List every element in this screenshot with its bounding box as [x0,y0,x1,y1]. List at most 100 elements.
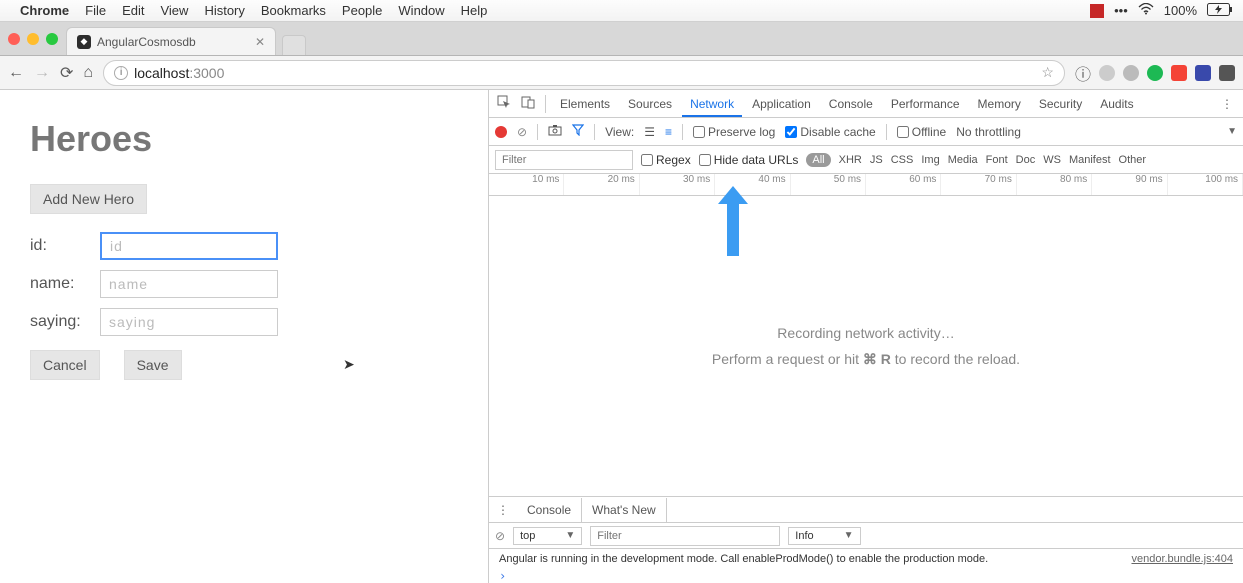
view-waterfall-icon[interactable]: ≡ [665,125,672,139]
menubar-dots-icon[interactable]: ••• [1114,3,1128,18]
filter-font[interactable]: Font [986,154,1008,166]
hide-data-urls-checkbox[interactable]: Hide data URLs [699,153,799,167]
drawer-menu-icon[interactable]: ⋮ [489,503,517,517]
disable-cache-checkbox[interactable]: Disable cache [785,125,875,139]
reload-button[interactable]: ⟳ [60,63,73,83]
capture-screenshot-icon[interactable] [548,124,562,139]
extension-icon-6[interactable] [1219,65,1235,81]
console-context-select[interactable]: top▼ [513,527,582,545]
name-input[interactable] [100,270,278,298]
filter-manifest[interactable]: Manifest [1069,154,1111,166]
filter-toggle-icon[interactable] [572,124,584,139]
id-label: id: [30,237,100,255]
devtools-tab-security[interactable]: Security [1031,91,1090,117]
bookmark-star-icon[interactable]: ☆ [1041,64,1054,81]
menu-edit[interactable]: Edit [122,3,144,18]
extension-icon-5[interactable] [1195,65,1211,81]
menu-history[interactable]: History [204,3,244,18]
devtools-tabbar: Elements Sources Network Application Con… [489,90,1243,118]
devtools-tab-sources[interactable]: Sources [620,91,680,117]
filter-css[interactable]: CSS [891,154,914,166]
extension-icons: ⓘ [1075,61,1235,85]
forward-button[interactable]: → [34,64,50,82]
timeline-tick: 100 ms [1168,174,1243,195]
console-level-select[interactable]: Info▼ [788,527,860,545]
extension-icon-3[interactable] [1147,65,1163,81]
tab-close-icon[interactable]: ✕ [255,35,265,49]
menu-help[interactable]: Help [461,3,488,18]
menubar-app[interactable]: Chrome [20,3,69,18]
minimize-window-button[interactable] [27,33,39,45]
view-list-icon[interactable]: ☰ [644,125,655,139]
filter-js[interactable]: JS [870,154,883,166]
recording-hint: Perform a request or hit ⌘ R to record t… [712,351,1020,368]
filter-ws[interactable]: WS [1043,154,1061,166]
browser-tab[interactable]: ◆ AngularCosmosdb ✕ [66,27,276,55]
inspect-icon[interactable] [493,95,515,112]
devtools-tab-memory[interactable]: Memory [970,91,1029,117]
wifi-icon[interactable] [1138,3,1154,18]
timeline-tick: 80 ms [1017,174,1092,195]
filter-doc[interactable]: Doc [1016,154,1036,166]
devtools-tab-audits[interactable]: Audits [1092,91,1141,117]
devtools-more-icon[interactable]: ⋮ [1215,97,1239,111]
chrome-tabstrip: ◆ AngularCosmosdb ✕ [0,22,1243,56]
devtools-tab-performance[interactable]: Performance [883,91,968,117]
extension-icon-1[interactable] [1099,65,1115,81]
maximize-window-button[interactable] [46,33,58,45]
console-message: Angular is running in the development mo… [489,549,1243,569]
throttling-select[interactable]: No throttling [956,125,1021,139]
close-window-button[interactable] [8,33,20,45]
timeline-tick: 60 ms [866,174,941,195]
devtools-tab-elements[interactable]: Elements [552,91,618,117]
address-bar[interactable]: i localhost:3000 ☆ [103,60,1065,86]
menu-view[interactable]: View [160,3,188,18]
preserve-log-checkbox[interactable]: Preserve log [693,125,775,139]
home-button[interactable]: ⌂ [83,64,93,82]
devtools-tab-application[interactable]: Application [744,91,819,117]
timeline-tick: 70 ms [941,174,1016,195]
network-filter-input[interactable] [495,150,633,170]
console-clear-icon[interactable]: ⊘ [495,529,505,543]
page-title: Heroes [30,118,458,160]
devtools-tab-console[interactable]: Console [821,91,881,117]
save-button[interactable]: Save [124,350,182,380]
record-button[interactable] [495,126,507,138]
filter-xhr[interactable]: XHR [839,154,862,166]
throttling-dropdown-icon[interactable]: ▼ [1227,126,1237,137]
regex-checkbox[interactable]: Regex [641,153,691,167]
new-tab-button[interactable] [282,35,306,55]
console-message-source[interactable]: vendor.bundle.js:404 [1131,553,1233,565]
drawer-tab-console[interactable]: Console [517,498,582,522]
menubar-extra-icon[interactable] [1090,4,1104,18]
site-info-icon[interactable]: i [114,66,128,80]
name-label: name: [30,275,100,293]
macos-menubar: Chrome File Edit View History Bookmarks … [0,0,1243,22]
extension-icon-2[interactable] [1123,65,1139,81]
filter-media[interactable]: Media [948,154,978,166]
filter-all[interactable]: All [806,153,830,167]
saying-label: saying: [30,313,100,331]
console-filter-input[interactable] [590,526,780,546]
extension-icon-4[interactable] [1171,65,1187,81]
console-prompt[interactable]: › [489,569,1243,583]
network-timeline[interactable]: 10 ms 20 ms 30 ms 40 ms 50 ms 60 ms 70 m… [489,174,1243,196]
menu-bookmarks[interactable]: Bookmarks [261,3,326,18]
menu-file[interactable]: File [85,3,106,18]
id-input[interactable] [100,232,278,260]
cancel-button[interactable]: Cancel [30,350,100,380]
menu-people[interactable]: People [342,3,382,18]
add-new-hero-button[interactable]: Add New Hero [30,184,147,214]
back-button[interactable]: ← [8,64,24,82]
device-toggle-icon[interactable] [517,95,539,112]
filter-other[interactable]: Other [1119,154,1147,166]
ext-info-icon[interactable]: ⓘ [1075,61,1091,85]
drawer-tab-whatsnew[interactable]: What's New [582,498,667,522]
devtools-tab-network[interactable]: Network [682,91,742,117]
clear-icon[interactable]: ⊘ [517,125,527,139]
menu-window[interactable]: Window [398,3,444,18]
saying-input[interactable] [100,308,278,336]
filter-img[interactable]: Img [921,154,939,166]
network-filter-bar: Regex Hide data URLs All XHR JS CSS Img … [489,146,1243,174]
offline-checkbox[interactable]: Offline [897,125,946,139]
